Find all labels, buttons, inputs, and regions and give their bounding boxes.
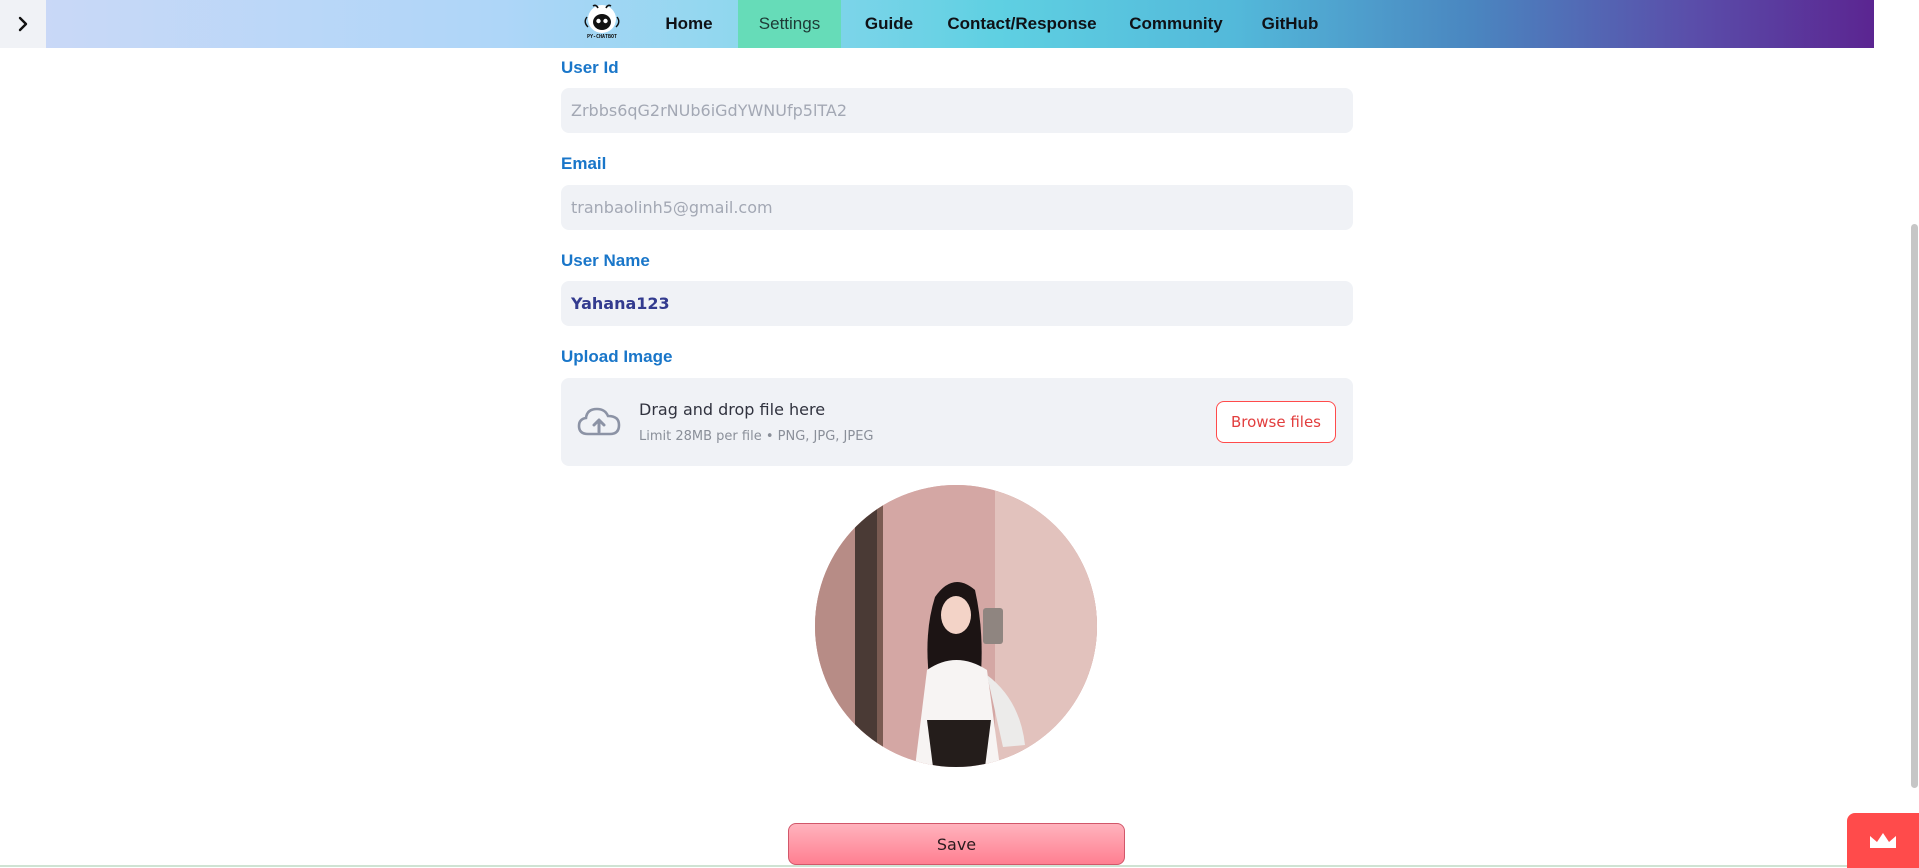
user-name-label: User Name xyxy=(561,251,650,270)
dropzone-limit-text: Limit 28MB per file • PNG, JPG, JPEG xyxy=(639,429,874,444)
nav-settings[interactable]: Settings xyxy=(738,0,841,48)
nav-github[interactable]: GitHub xyxy=(1250,0,1330,48)
top-nav-bar: PY-CHATBOT Home Settings Guide Contact/R… xyxy=(46,0,1874,48)
streamlit-badge-button[interactable] xyxy=(1847,813,1919,868)
user-id-label: User Id xyxy=(561,58,619,77)
user-name-field[interactable] xyxy=(561,281,1353,326)
dropzone-title: Drag and drop file here xyxy=(639,400,826,419)
scrollbar-thumb[interactable] xyxy=(1911,224,1918,788)
cloud-upload-icon xyxy=(577,407,621,436)
sidebar-toggle-button[interactable] xyxy=(0,0,46,48)
profile-avatar-image xyxy=(815,485,1097,767)
nav-guide[interactable]: Guide xyxy=(855,0,923,48)
upload-image-label: Upload Image xyxy=(561,347,673,366)
logo-text: PY-CHATBOT xyxy=(586,34,618,40)
app-logo[interactable]: PY-CHATBOT xyxy=(577,2,627,46)
email-label: Email xyxy=(561,154,607,173)
save-button[interactable]: Save xyxy=(788,823,1125,865)
nav-community[interactable]: Community xyxy=(1118,0,1234,48)
nav-home[interactable]: Home xyxy=(654,0,724,48)
page-scrollbar[interactable] xyxy=(1874,0,1919,868)
avatar-photo xyxy=(815,485,1097,767)
user-id-field xyxy=(561,88,1353,133)
crown-icon xyxy=(1870,832,1896,848)
email-field xyxy=(561,185,1353,230)
browse-files-button[interactable]: Browse files xyxy=(1215,401,1336,443)
file-dropzone[interactable]: Drag and drop file here Limit 28MB per f… xyxy=(561,378,1353,466)
chevron-right-icon xyxy=(18,16,28,32)
bottom-divider xyxy=(0,865,1874,867)
nav-contact-response[interactable]: Contact/Response xyxy=(940,0,1104,48)
